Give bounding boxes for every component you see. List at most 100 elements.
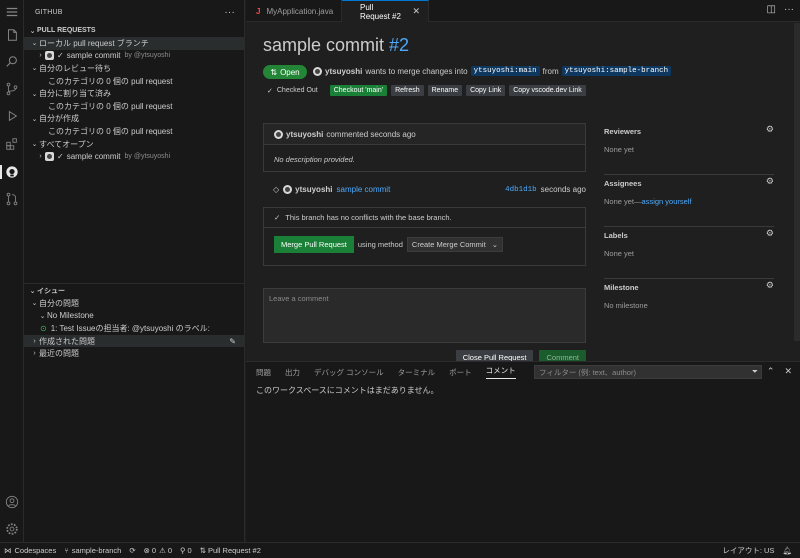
tab-comments[interactable]: コメント xyxy=(485,365,516,379)
source-control-icon[interactable] xyxy=(4,81,20,97)
tree-item-label: 自分の問題 xyxy=(39,298,79,308)
comment-buttons: Close Pull Request Comment xyxy=(455,350,586,361)
pr-from-text: from xyxy=(542,66,559,76)
labels-value: None yet xyxy=(604,249,635,258)
explorer-icon[interactable] xyxy=(4,27,20,43)
commit-time: seconds ago xyxy=(540,185,586,194)
close-pull-request-button[interactable]: Close Pull Request xyxy=(455,350,534,361)
pull-request-icon[interactable] xyxy=(4,191,20,207)
menu-icon[interactable] xyxy=(4,4,20,20)
more-actions-icon[interactable]: ··· xyxy=(224,7,235,18)
checkout-button[interactable]: Checkout 'main' xyxy=(329,85,388,96)
remote-indicator[interactable]: ⋈ Codespaces xyxy=(4,546,56,555)
pr-indicator[interactable]: ⇅ Pull Request #2 xyxy=(200,546,261,555)
github-icon[interactable] xyxy=(4,164,20,180)
tree-item-label: sample commit xyxy=(66,51,121,61)
extensions-icon[interactable] xyxy=(4,136,20,152)
active-indicator xyxy=(0,165,2,179)
comment-author[interactable]: ytsuyoshi xyxy=(286,130,323,139)
gear-icon[interactable]: ⚙ xyxy=(766,176,774,187)
tab-ports[interactable]: ポート xyxy=(449,367,472,378)
tree-item-meta: by @ytsuyoshi xyxy=(124,153,171,161)
gear-icon[interactable]: ⚙ xyxy=(766,124,774,135)
copy-vscode-link-button[interactable]: Copy vscode.dev Link xyxy=(509,85,586,96)
issues-header-label: イシュー xyxy=(37,287,65,295)
issues-section: ⌄ イシュー ⌄ 自分の問題 ⌄ No Milestone ⊙ 1: Test … xyxy=(24,283,244,360)
settings-gear-icon[interactable] xyxy=(4,521,20,537)
merge-method-value: Create Merge Commit xyxy=(411,240,486,249)
refresh-button[interactable]: Refresh xyxy=(391,85,424,96)
editor-tabs: J MyApplication.java Pull Request #2 ✕ ◫… xyxy=(246,0,800,22)
tree-item-recent-issues[interactable]: › 最近の問題 xyxy=(24,347,244,360)
tree-item-my-issues[interactable]: ⌄ 自分の問題 xyxy=(24,297,244,310)
assign-yourself-link[interactable]: assign yourself xyxy=(642,197,692,206)
copy-link-button[interactable]: Copy Link xyxy=(466,85,506,96)
tree-item-pr[interactable]: › ✓ sample commit by @ytsuyoshi xyxy=(24,50,244,63)
tab-terminal[interactable]: ターミナル xyxy=(398,367,436,378)
issues-section-header[interactable]: ⌄ イシュー xyxy=(24,284,244,297)
close-icon[interactable]: ✕ xyxy=(412,6,420,17)
editor-actions: ◫ ··· xyxy=(767,4,794,15)
account-icon[interactable] xyxy=(4,494,20,510)
comment-body: No description provided. xyxy=(274,155,355,164)
run-debug-icon[interactable] xyxy=(4,108,20,124)
tree-item-assigned[interactable]: ⌄ 自分に割り当て済み xyxy=(24,87,244,100)
merge-pull-request-button[interactable]: Merge Pull Request xyxy=(274,236,354,253)
filter-icon[interactable]: ⏷ xyxy=(752,367,758,377)
tab-output[interactable]: 出力 xyxy=(285,367,300,378)
tree-item-issue[interactable]: ⊙ 1: Test Issueの担当者: @ytsuyoshi のラベル: xyxy=(24,322,244,335)
avatar xyxy=(45,152,54,162)
milestone-section: Milestone ⚙ No milestone xyxy=(604,279,774,331)
rename-button[interactable]: Rename xyxy=(427,85,463,96)
tree-item-label: このカテゴリの 0 個の pull request xyxy=(48,126,173,136)
commit-sha[interactable]: 4db1d1b xyxy=(505,186,537,194)
tab-debug-console[interactable]: デバッグ コンソール xyxy=(314,367,384,378)
activity-bar xyxy=(0,0,24,542)
close-icon[interactable]: ✕ xyxy=(784,366,792,377)
branch-indicator[interactable]: ⑂ sample-branch xyxy=(64,546,121,555)
edit-icon[interactable]: ✎ xyxy=(229,337,236,346)
no-conflicts-text: This branch has no conflicts with the ba… xyxy=(285,213,452,222)
branch-icon: ⑂ xyxy=(64,546,69,555)
tree-item-local-branches[interactable]: ⌄ ローカル pull request ブランチ xyxy=(24,37,244,50)
pr-timeline: ytsuyoshi commented seconds ago No descr… xyxy=(263,123,586,361)
chevron-up-icon[interactable]: ⌃ xyxy=(767,366,775,377)
pr-author[interactable]: ytsuyoshi xyxy=(325,67,362,76)
tree-item-review-requested[interactable]: ⌄ 自分のレビュー待ち xyxy=(24,62,244,75)
tree-item-created-issues[interactable]: › 作成された問題 ✎ xyxy=(24,334,244,348)
tree-item-no-milestone[interactable]: ⌄ No Milestone xyxy=(24,310,244,323)
tree-item-label: 1: Test Issueの担当者: @ytsuyoshi のラベル: xyxy=(50,323,210,333)
tree-item-label: ローカル pull request ブランチ xyxy=(39,38,149,48)
comment-button[interactable]: Comment xyxy=(539,350,586,361)
tab-problems[interactable]: 問題 xyxy=(256,367,271,378)
keyboard-layout[interactable]: レイアウト: US xyxy=(722,545,774,556)
branch-label: sample-branch xyxy=(71,546,122,555)
gear-icon[interactable]: ⚙ xyxy=(766,280,774,291)
tab-myapplication[interactable]: J MyApplication.java xyxy=(246,0,342,22)
notifications-icon[interactable]: 🔔︎ xyxy=(782,546,792,555)
filter-input[interactable]: フィルター (例: text、author) ⏷ xyxy=(534,365,762,379)
commit-title-link[interactable]: sample commit xyxy=(337,185,391,194)
tree-item-pr[interactable]: › ✓ sample commit by @ytsuyoshi xyxy=(24,150,244,163)
more-actions-icon[interactable]: ··· xyxy=(784,4,794,15)
problems-indicator[interactable]: ⊗ 0 ⚠ 0 xyxy=(144,546,172,555)
comment-textarea[interactable]: Leave a comment xyxy=(263,288,586,343)
merge-method-select[interactable]: Create Merge Commit ⌄ xyxy=(406,237,504,252)
pull-requests-section-header[interactable]: ⌄ PULL REQUESTS xyxy=(24,24,244,37)
sync-icon[interactable]: ⟳ xyxy=(129,546,135,555)
scrollbar[interactable] xyxy=(794,23,800,341)
split-editor-icon[interactable]: ◫ xyxy=(767,4,776,15)
tree-item-label: このカテゴリの 0 個の pull request xyxy=(48,101,173,111)
chevron-right-icon: › xyxy=(39,153,42,161)
commit-author[interactable]: ytsuyoshi xyxy=(295,185,332,194)
pr-number[interactable]: #2 xyxy=(389,35,409,55)
gear-icon[interactable]: ⚙ xyxy=(766,228,774,239)
avatar xyxy=(283,185,293,194)
tab-pull-request[interactable]: Pull Request #2 ✕ xyxy=(342,0,429,22)
chevron-down-icon: ⌄ xyxy=(31,115,38,123)
tree-item-all-open[interactable]: ⌄ すべてオープン xyxy=(24,138,244,151)
chevron-down-icon: ⌄ xyxy=(29,287,36,295)
search-icon[interactable] xyxy=(4,54,20,70)
ports-indicator[interactable]: ⚲ 0 xyxy=(180,546,192,555)
tree-item-created-by-me[interactable]: ⌄ 自分が作成 xyxy=(24,113,244,126)
